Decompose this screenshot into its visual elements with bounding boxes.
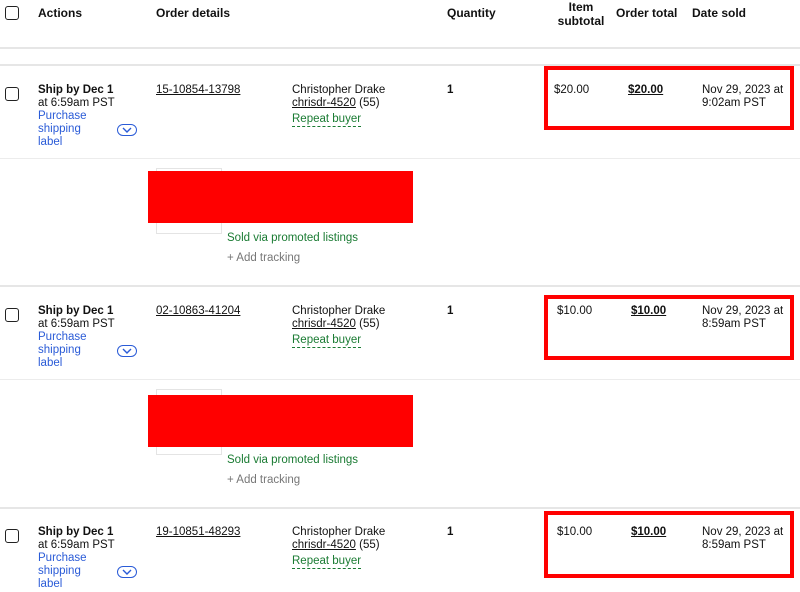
buyer-id-link[interactable]: chrisdr-4520 — [292, 97, 356, 109]
purchase-label-line2[interactable]: shipping — [38, 565, 87, 578]
repeat-buyer-badge: Repeat buyer — [292, 553, 362, 569]
purchase-label-line2[interactable]: shipping — [38, 123, 87, 136]
row-inner-divider — [0, 379, 800, 380]
ship-by-time: at 6:59am PST — [38, 97, 115, 109]
row-inner-divider — [0, 158, 800, 159]
buyer-name: Christopher Drake — [292, 305, 386, 317]
highlight-box — [544, 295, 794, 360]
col-header-item-subtotal-line2: subtotal — [557, 14, 605, 28]
repeat-buyer-label: Repeat buyer — [292, 555, 362, 569]
header-divider — [0, 47, 800, 49]
order-checkbox[interactable] — [5, 87, 19, 101]
ship-by-label: Ship by Dec 1 — [38, 526, 114, 538]
buyer-feedback-score: (55) — [359, 318, 380, 330]
ship-by-label: Ship by Dec 1 — [38, 84, 114, 96]
highlight-box — [544, 66, 794, 130]
redaction-block — [148, 395, 413, 447]
row-divider — [0, 285, 800, 287]
chevron-down-icon — [122, 348, 132, 354]
purchase-label-line1[interactable]: Purchase — [38, 110, 87, 123]
row-divider — [0, 507, 800, 509]
order-number-link[interactable]: 02-10863-41204 — [156, 305, 240, 317]
purchase-label-line3[interactable]: label — [38, 578, 87, 591]
add-tracking-link[interactable]: + Add tracking — [227, 474, 300, 486]
purchase-shipping-label-link[interactable]: Purchase shipping label — [38, 552, 87, 591]
purchase-label-line2[interactable]: shipping — [38, 344, 87, 357]
buyer-feedback-score: (55) — [359, 97, 380, 109]
repeat-buyer-label: Repeat buyer — [292, 334, 362, 348]
col-header-actions: Actions — [38, 6, 83, 20]
col-header-date-sold: Date sold — [692, 6, 747, 20]
buyer-id-link[interactable]: chrisdr-4520 — [292, 318, 356, 330]
col-header-order-details: Order details — [156, 6, 231, 20]
purchase-shipping-label-link[interactable]: Purchase shipping label — [38, 331, 87, 370]
col-header-item-subtotal: Item subtotal — [556, 0, 606, 28]
buyer-id: chrisdr-4520 (55) — [292, 97, 380, 109]
buyer-id-link[interactable]: chrisdr-4520 — [292, 539, 356, 551]
actions-dropdown-button[interactable] — [117, 566, 137, 578]
buyer-name: Christopher Drake — [292, 84, 386, 96]
promoted-listing-label: Sold via promoted listings — [227, 454, 359, 466]
quantity-value: 1 — [447, 84, 454, 96]
quantity-value: 1 — [447, 305, 454, 317]
redaction-block — [148, 171, 413, 223]
order-number-link[interactable]: 19-10851-48293 — [156, 526, 240, 538]
chevron-down-icon — [122, 127, 132, 133]
col-header-quantity: Quantity — [447, 6, 496, 20]
order-number-link[interactable]: 15-10854-13798 — [156, 84, 240, 96]
repeat-buyer-label: Repeat buyer — [292, 113, 362, 127]
order-checkbox[interactable] — [5, 308, 19, 322]
purchase-shipping-label-link[interactable]: Purchase shipping label — [38, 110, 87, 149]
buyer-id: chrisdr-4520 (55) — [292, 539, 380, 551]
actions-dropdown-button[interactable] — [117, 345, 137, 357]
repeat-buyer-badge: Repeat buyer — [292, 111, 362, 127]
buyer-id: chrisdr-4520 (55) — [292, 318, 380, 330]
add-tracking-link[interactable]: + Add tracking — [227, 252, 300, 264]
ship-by-time: at 6:59am PST — [38, 539, 115, 551]
ship-by-label: Ship by Dec 1 — [38, 305, 114, 317]
purchase-label-line1[interactable]: Purchase — [38, 331, 87, 344]
repeat-buyer-badge: Repeat buyer — [292, 332, 362, 348]
highlight-box — [544, 511, 794, 578]
chevron-down-icon — [122, 569, 132, 575]
purchase-label-line1[interactable]: Purchase — [38, 552, 87, 565]
ship-by-time: at 6:59am PST — [38, 318, 115, 330]
buyer-feedback-score: (55) — [359, 539, 380, 551]
quantity-value: 1 — [447, 526, 454, 538]
col-header-item-subtotal-line1: Item — [568, 0, 594, 14]
actions-dropdown-button[interactable] — [117, 124, 137, 136]
purchase-label-line3[interactable]: label — [38, 136, 87, 149]
buyer-name: Christopher Drake — [292, 526, 386, 538]
col-header-order-total: Order total — [616, 6, 678, 20]
select-all-checkbox[interactable] — [5, 6, 19, 20]
order-checkbox[interactable] — [5, 529, 19, 543]
promoted-listing-label: Sold via promoted listings — [227, 232, 359, 244]
purchase-label-line3[interactable]: label — [38, 357, 87, 370]
